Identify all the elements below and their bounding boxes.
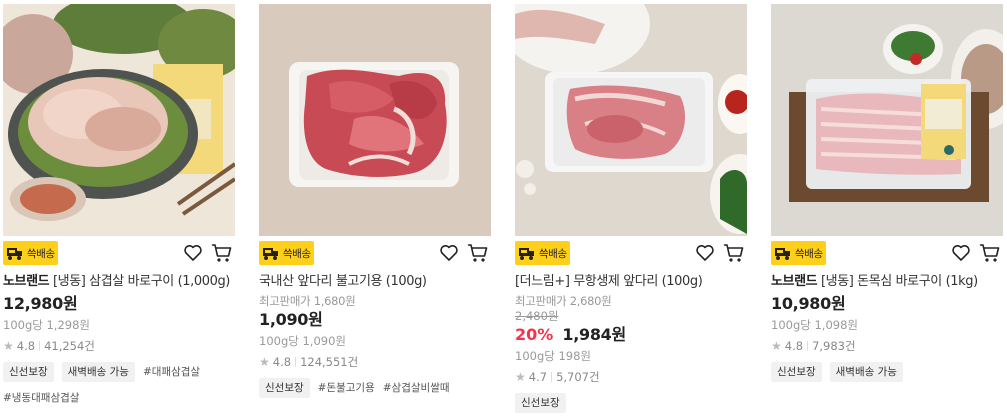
tag-list: 신선보장 새벽배송 가능 bbox=[771, 362, 1003, 382]
delivery-truck-icon bbox=[7, 248, 22, 260]
divider bbox=[807, 341, 809, 351]
hashtag-link[interactable]: #대패삼겹살 bbox=[143, 362, 200, 382]
delivery-badge: 쓱배송 bbox=[771, 241, 826, 265]
unit-price: 100g당 1,298원 bbox=[3, 318, 90, 332]
tag-chip: 신선보장 bbox=[771, 362, 822, 382]
rating-value: 4.8 bbox=[784, 339, 804, 353]
brand-name: 노브랜드 bbox=[771, 274, 818, 289]
product-name: [냉동] 삼겹살 바로구이 (1,000g) bbox=[49, 274, 230, 289]
rating-value: 4.8 bbox=[16, 339, 36, 353]
delivery-truck-icon bbox=[775, 248, 790, 260]
product-card[interactable]: 쓱배송 국내산 앞다리 불고기용 (100g) 최고판매가 1,680원 1,0… bbox=[259, 4, 491, 398]
star-icon: ★ bbox=[259, 355, 270, 369]
delivery-badge: 쓱배송 bbox=[515, 241, 570, 265]
discount-rate: 20% bbox=[515, 325, 554, 344]
hashtag-link[interactable]: #돈불고기용 bbox=[318, 378, 375, 398]
brand-name: 노브랜드 bbox=[3, 274, 50, 289]
price-row: 10,980원 bbox=[771, 293, 1003, 315]
heart-icon[interactable] bbox=[439, 243, 459, 263]
divider bbox=[551, 372, 553, 382]
tag-list: #냉동대패삼겹살 bbox=[3, 388, 235, 408]
max-price-label: 최고판매가 2,680원 bbox=[515, 294, 612, 308]
review-count: 124,551건 bbox=[300, 355, 359, 369]
hashtag-link[interactable]: #냉동대패삼겹살 bbox=[3, 388, 79, 408]
cart-icon[interactable] bbox=[723, 243, 745, 263]
badge-label: 쓱배송 bbox=[283, 247, 311, 260]
rating-value: 4.7 bbox=[528, 370, 548, 384]
star-icon: ★ bbox=[515, 370, 526, 384]
product-image[interactable] bbox=[771, 4, 1003, 236]
heart-icon[interactable] bbox=[695, 243, 715, 263]
original-price: 2,480원 bbox=[515, 309, 559, 323]
delivery-badge: 쓱배송 bbox=[3, 241, 58, 265]
cart-icon[interactable] bbox=[979, 243, 1001, 263]
rating: ★ 4.8 7,983건 bbox=[771, 337, 1003, 355]
tag-chip: 신선보장 bbox=[3, 362, 54, 382]
delivery-truck-icon bbox=[263, 248, 278, 260]
hashtag-link[interactable]: #삼겹살비쌀때 bbox=[383, 378, 450, 398]
price-row: 1,090원 bbox=[259, 309, 491, 331]
sale-price: 1,984원 bbox=[562, 325, 626, 344]
badge-label: 쓱배송 bbox=[539, 247, 567, 260]
max-price-label: 최고판매가 1,680원 bbox=[259, 294, 356, 308]
divider bbox=[39, 341, 41, 351]
product-name: 국내산 앞다리 불고기용 (100g) bbox=[259, 274, 427, 289]
sale-price: 1,090원 bbox=[259, 310, 323, 329]
review-count: 41,254건 bbox=[44, 339, 95, 353]
star-icon: ★ bbox=[771, 339, 782, 353]
badge-label: 쓱배송 bbox=[795, 247, 823, 260]
tag-chip: 신선보장 bbox=[515, 393, 566, 413]
review-count: 5,707건 bbox=[556, 370, 600, 384]
rating: ★ 4.7 5,707건 bbox=[515, 368, 747, 386]
delivery-badge: 쓱배송 bbox=[259, 241, 314, 265]
price-row: 12,980원 bbox=[3, 293, 235, 315]
product-title[interactable]: [더느림+] 무항생제 앞다리 (100g) bbox=[515, 273, 747, 291]
cart-icon[interactable] bbox=[467, 243, 489, 263]
product-card[interactable]: 쓱배송 노브랜드 [냉동] 삼겹살 바로구이 (1,000g) 12,980원 … bbox=[3, 4, 235, 408]
tag-list: 신선보장 새벽배송 가능 #대패삼겹살 bbox=[3, 362, 235, 382]
product-name: [더느림+] 무항생제 앞다리 (100g) bbox=[515, 274, 703, 289]
cart-icon[interactable] bbox=[211, 243, 233, 263]
product-title[interactable]: 국내산 앞다리 불고기용 (100g) bbox=[259, 273, 491, 291]
tag-chip: 신선보장 bbox=[259, 378, 310, 398]
rating-value: 4.8 bbox=[272, 355, 292, 369]
rating: ★ 4.8 124,551건 bbox=[259, 353, 491, 371]
product-title[interactable]: 노브랜드 [냉동] 돈목심 바로구이 (1kg) bbox=[771, 273, 1003, 291]
tag-chip: 새벽배송 가능 bbox=[61, 362, 135, 382]
unit-price: 100g당 198원 bbox=[515, 349, 592, 363]
tag-list: 신선보장 bbox=[515, 393, 747, 413]
price-row: 20% 1,984원 bbox=[515, 324, 747, 346]
product-image[interactable] bbox=[515, 4, 747, 236]
badge-label: 쓱배송 bbox=[27, 247, 55, 260]
rating: ★ 4.8 41,254건 bbox=[3, 337, 235, 355]
sale-price: 12,980원 bbox=[3, 294, 78, 313]
delivery-truck-icon bbox=[519, 248, 534, 260]
tag-chip: 새벽배송 가능 bbox=[829, 362, 903, 382]
heart-icon[interactable] bbox=[951, 243, 971, 263]
product-title[interactable]: 노브랜드 [냉동] 삼겹살 바로구이 (1,000g) bbox=[3, 273, 235, 291]
heart-icon[interactable] bbox=[183, 243, 203, 263]
product-card[interactable]: 쓱배송 노브랜드 [냉동] 돈목심 바로구이 (1kg) 10,980원 100… bbox=[771, 4, 1003, 382]
unit-price: 100g당 1,098원 bbox=[771, 318, 858, 332]
unit-price: 100g당 1,090원 bbox=[259, 334, 346, 348]
product-image[interactable] bbox=[3, 4, 235, 236]
star-icon: ★ bbox=[3, 339, 14, 353]
product-name: [냉동] 돈목심 바로구이 (1kg) bbox=[817, 274, 978, 289]
divider bbox=[295, 357, 297, 367]
tag-list: 신선보장 #돈불고기용 #삼겹살비쌀때 bbox=[259, 378, 491, 398]
review-count: 7,983건 bbox=[812, 339, 856, 353]
product-card[interactable]: 쓱배송 [더느림+] 무항생제 앞다리 (100g) 최고판매가 2,680원 … bbox=[515, 4, 747, 413]
sale-price: 10,980원 bbox=[771, 294, 846, 313]
product-image[interactable] bbox=[259, 4, 491, 236]
